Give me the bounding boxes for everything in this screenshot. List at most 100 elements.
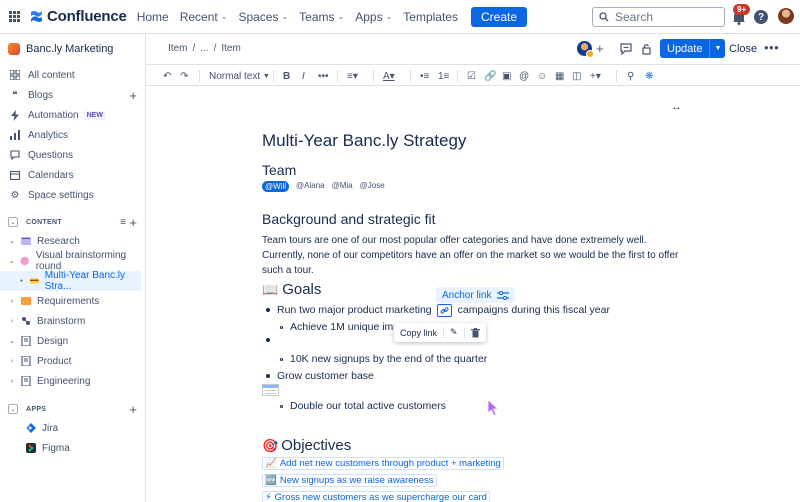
breadcrumb-item[interactable]: ...	[200, 43, 208, 54]
more-formatting-icon[interactable]: •••	[318, 68, 329, 84]
sidebar-item-blogs[interactable]: ❝ Blogs +	[0, 85, 146, 105]
undo-icon[interactable]: ↶	[163, 68, 171, 84]
mention-chip[interactable]: @Alana	[296, 181, 325, 192]
collapse-icon[interactable]: ⌄	[8, 404, 18, 414]
expand-width-icon[interactable]: ↔	[671, 101, 682, 113]
ai-assist-icon[interactable]: ❋	[645, 68, 653, 84]
copy-link-button[interactable]: Copy link	[394, 323, 443, 342]
objective-link[interactable]: 🆕 New signups as we raise awareness	[262, 474, 437, 487]
goals-heading[interactable]: 📖 Goals	[262, 281, 321, 298]
image-icon[interactable]: ▣	[502, 68, 511, 84]
table-icon[interactable]: ▦	[555, 68, 564, 84]
text-color-icon[interactable]: A▾	[383, 68, 395, 84]
space-header[interactable]: Banc.ly Marketing	[0, 36, 145, 62]
team-heading[interactable]: Team	[262, 162, 296, 178]
chevron-right-icon[interactable]: ›	[8, 318, 16, 325]
nav-teams[interactable]: Teams ⌄	[299, 10, 344, 24]
update-button-label[interactable]: Update	[660, 39, 710, 58]
filter-icon[interactable]: ≡	[120, 217, 126, 228]
update-button[interactable]: Update ▼	[660, 39, 726, 58]
chevron-right-icon[interactable]: ›	[8, 298, 16, 305]
nav-home[interactable]: Home	[137, 10, 169, 24]
anchor-link-popup[interactable]: Anchor link	[436, 287, 516, 303]
mention-icon[interactable]: @	[519, 68, 529, 84]
page-title[interactable]: Multi-Year Banc.ly Strategy	[262, 131, 466, 151]
app-item-jira[interactable]: Jira	[0, 418, 146, 438]
tree-item-requirements[interactable]: › Requirements	[0, 291, 146, 311]
link-icon[interactable]: 🔗	[484, 68, 496, 84]
list-item[interactable]: Achieve 1M unique imp	[280, 321, 399, 333]
emoji-icon[interactable]: ☺	[537, 68, 547, 84]
nav-recent[interactable]: Recent ⌄	[180, 10, 228, 24]
sidebar-item-automation[interactable]: Automation NEW	[0, 105, 146, 125]
chevron-right-icon[interactable]: ›	[8, 358, 16, 365]
apps-section-header[interactable]: ⌄ APPS +	[0, 399, 146, 419]
add-blog-icon[interactable]: +	[129, 88, 137, 103]
italic-icon[interactable]: I	[302, 68, 305, 84]
content-section-header[interactable]: ⌄ CONTENT ≡ +	[0, 212, 146, 232]
search-input[interactable]: Search	[592, 7, 725, 27]
breadcrumb-item[interactable]: Item	[168, 43, 187, 54]
collapse-icon[interactable]: ⌄	[8, 217, 18, 227]
confluence-logo[interactable]: Confluence	[30, 8, 127, 25]
objective-link[interactable]: 📈 Add net new customers through product …	[262, 457, 504, 470]
bold-icon[interactable]: B	[283, 68, 290, 84]
tree-item-engineering[interactable]: › Engineering	[0, 371, 146, 391]
nav-templates[interactable]: Templates	[403, 10, 458, 24]
list-item[interactable]: Double our total active customers	[280, 400, 446, 412]
app-item-figma[interactable]: Figma	[0, 438, 146, 458]
background-heading[interactable]: Background and strategic fit	[262, 211, 436, 227]
list-item[interactable]	[266, 338, 277, 342]
help-icon[interactable]: ?	[754, 10, 768, 24]
edit-pencil-icon[interactable]: ✎	[444, 323, 464, 342]
add-content-icon[interactable]: +	[129, 215, 137, 230]
close-button[interactable]: Close	[729, 43, 757, 55]
tree-item-multi-year-strategy[interactable]: • Multi-Year Banc.ly Stra...	[0, 270, 141, 292]
embedded-image-thumbnail[interactable]	[262, 384, 279, 396]
objectives-heading[interactable]: 🎯 Objectives	[262, 437, 351, 454]
numbered-list-icon[interactable]: 1≡	[438, 68, 449, 84]
sidebar-item-space-settings[interactable]: ⚙ Space settings	[0, 185, 146, 205]
sidebar-item-analytics[interactable]: Analytics	[0, 125, 146, 145]
list-item[interactable]: Grow customer base	[266, 370, 374, 382]
tree-item-brainstorm[interactable]: › Brainstorm	[0, 311, 146, 331]
tree-item-visual-brainstorming[interactable]: ⌄ Visual brainstorming round	[0, 250, 146, 272]
user-avatar[interactable]	[778, 8, 794, 24]
task-icon[interactable]: ☑	[467, 68, 476, 84]
comment-icon[interactable]	[620, 43, 632, 55]
nav-spaces[interactable]: Spaces ⌄	[238, 10, 288, 24]
text-style-dropdown[interactable]: Normal text ▼	[209, 68, 270, 84]
inline-link-icon[interactable]	[437, 304, 452, 317]
chevron-down-icon[interactable]: ▼	[709, 39, 726, 58]
trash-icon[interactable]	[465, 323, 486, 342]
breadcrumb-item[interactable]: Item	[221, 43, 240, 54]
chevron-down-icon[interactable]: ⌄	[8, 337, 16, 345]
chevron-right-icon[interactable]: ›	[8, 378, 16, 385]
sidebar-item-questions[interactable]: Questions	[0, 145, 146, 165]
bullet-list-icon[interactable]: •≡	[420, 68, 429, 84]
insert-icon[interactable]: +▾	[590, 68, 601, 84]
objective-link[interactable]: ⚡ Gross new customers as we supercharge …	[262, 491, 490, 502]
restrictions-icon[interactable]	[642, 43, 653, 55]
invite-icon[interactable]: +	[596, 41, 604, 56]
align-icon[interactable]: ≡▾	[347, 68, 358, 84]
add-app-icon[interactable]: +	[129, 402, 137, 417]
list-item[interactable]: 10K new signups by the end of the quarte…	[280, 353, 487, 365]
sidebar-item-calendars[interactable]: Calendars	[0, 165, 146, 185]
chevron-down-icon[interactable]: ⌄	[8, 257, 15, 265]
nav-apps[interactable]: Apps ⌄	[355, 10, 392, 24]
background-paragraph[interactable]: Team tours are one of our most popular o…	[262, 233, 682, 278]
tree-item-product[interactable]: › Product	[0, 351, 146, 371]
layout-icon[interactable]: ◫	[572, 68, 581, 84]
mention-chip[interactable]: @Jose	[360, 181, 385, 192]
find-icon[interactable]: ⚲	[627, 68, 634, 84]
settings-sliders-icon[interactable]	[497, 290, 510, 300]
tree-item-research[interactable]: ⌄ Research	[0, 231, 146, 251]
redo-icon[interactable]: ↷	[180, 68, 188, 84]
app-switcher-icon[interactable]	[0, 0, 28, 34]
more-actions-icon[interactable]: •••	[764, 40, 779, 55]
sidebar-item-all-content[interactable]: All content	[0, 65, 146, 85]
mention-chip[interactable]: @Will	[262, 181, 290, 192]
mention-chip[interactable]: @Mia	[332, 181, 353, 192]
create-button[interactable]: Create	[470, 6, 528, 27]
